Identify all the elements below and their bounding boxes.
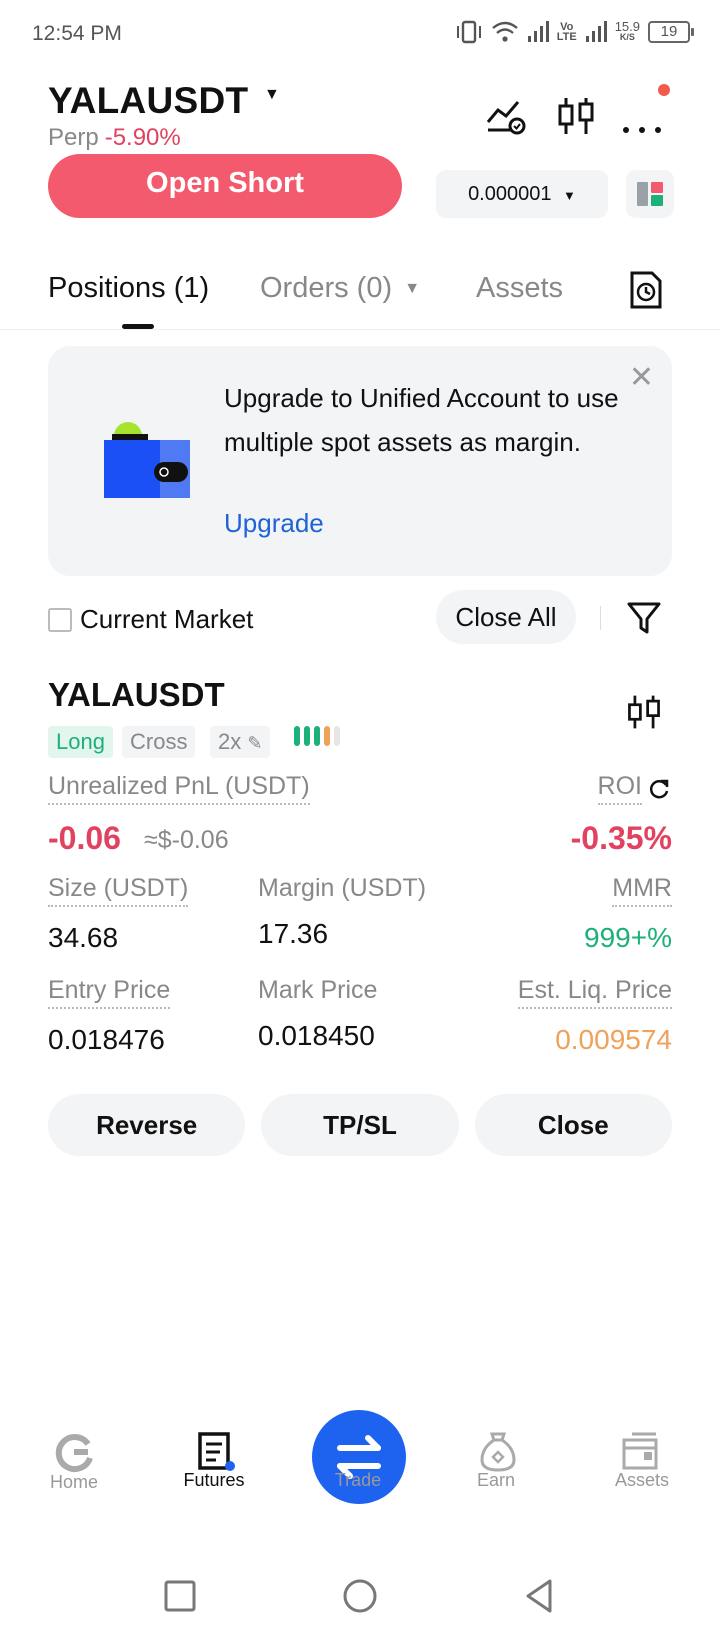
entry-price-label[interactable]: Entry Price xyxy=(48,976,171,1009)
adl-indicator xyxy=(294,726,340,746)
earn-icon xyxy=(480,1432,516,1472)
position-symbol[interactable]: YALAUSDT xyxy=(48,676,225,714)
contract-type: Perp xyxy=(48,124,99,151)
size-value: 34.68 xyxy=(48,922,119,953)
price-precision-select[interactable]: 0.000001 ▼ xyxy=(436,170,608,218)
side-badge: Long xyxy=(48,726,113,758)
leverage-badge[interactable]: 2x ✎ xyxy=(210,726,271,758)
nav-label: Assets xyxy=(614,1470,670,1490)
contract-info: Perp -5.90% xyxy=(48,124,181,152)
system-nav-bar xyxy=(0,1560,720,1640)
current-market-checkbox[interactable] xyxy=(48,608,72,632)
candlestick-chart-icon[interactable] xyxy=(624,692,664,732)
wifi-icon xyxy=(491,21,518,42)
mmr-label[interactable]: MMR xyxy=(612,874,672,907)
margin-mode-badge: Cross xyxy=(122,726,196,758)
signal-icon xyxy=(585,21,607,42)
network-label: Vo LTE xyxy=(556,21,577,43)
wallet-illustration-icon xyxy=(104,422,190,498)
symbol-selector[interactable]: YALAUSDT xyxy=(48,80,248,122)
nav-label: Earn xyxy=(476,1470,516,1490)
price-change: -5.90% xyxy=(104,124,181,151)
caret-down-icon[interactable]: ▼ xyxy=(264,86,280,104)
upgrade-link[interactable]: Upgrade xyxy=(224,508,324,539)
roi-label[interactable]: ROI xyxy=(597,772,642,805)
home-button-icon[interactable] xyxy=(340,1576,380,1616)
edit-icon: ✎ xyxy=(247,733,263,753)
status-bar: 12:54 PM Vo LTE 15.9 K/S 19 xyxy=(0,0,720,72)
positions-filter-row: Current Market Close All xyxy=(0,590,720,646)
header: YALAUSDT ▼ Perp -5.90% xyxy=(0,72,720,160)
active-tab-indicator xyxy=(122,324,154,329)
mark-price-label: Mark Price xyxy=(258,976,378,1004)
mark-price-value: 0.018450 xyxy=(258,1020,375,1051)
back-icon[interactable] xyxy=(520,1576,560,1616)
vibrate-icon xyxy=(456,20,481,44)
close-icon[interactable]: ✕ xyxy=(629,360,654,395)
unrealized-pnl-usd: ≈$-0.06 xyxy=(144,826,229,854)
futures-icon xyxy=(198,1432,235,1471)
liq-price-label[interactable]: Est. Liq. Price xyxy=(517,976,672,1009)
reverse-button[interactable]: Reverse xyxy=(48,1094,246,1156)
position-actions: Reverse TP/SL Close xyxy=(48,1094,672,1156)
share-icon[interactable] xyxy=(646,776,672,802)
roi-value: -0.35% xyxy=(570,820,672,856)
more-icon[interactable] xyxy=(620,94,664,138)
filter-icon[interactable] xyxy=(624,598,664,638)
caret-down-icon: ▼ xyxy=(404,280,421,298)
tpsl-button[interactable]: TP/SL xyxy=(261,1094,459,1156)
assets-icon xyxy=(622,1432,658,1470)
banner-text: Upgrade to Unified Account to use multip… xyxy=(224,383,619,457)
close-all-button[interactable]: Close All xyxy=(436,590,576,644)
layout-icon xyxy=(637,182,663,206)
liq-price-value: 0.009574 xyxy=(555,1024,672,1055)
upgrade-banner: Upgrade to Unified Account to use multip… xyxy=(48,346,672,576)
size-label[interactable]: Size (USDT) xyxy=(48,874,189,907)
unrealized-pnl-value: -0.06 xyxy=(48,820,121,856)
signal-icon xyxy=(527,21,549,42)
layout-toggle-button[interactable] xyxy=(626,170,674,218)
battery-indicator: 19 xyxy=(648,21,694,43)
notification-dot xyxy=(658,84,670,96)
open-short-button[interactable]: Open Short xyxy=(48,154,402,218)
entry-price-value: 0.018476 xyxy=(48,1024,165,1055)
nav-label: Futures xyxy=(183,1470,245,1490)
home-icon xyxy=(55,1434,93,1473)
candlestick-chart-icon[interactable] xyxy=(554,94,598,138)
status-icons: Vo LTE 15.9 K/S 19 xyxy=(455,19,694,44)
mmr-value: 999+% xyxy=(584,922,672,953)
close-position-button[interactable]: Close xyxy=(474,1094,672,1156)
margin-label: Margin (USDT) xyxy=(258,874,427,902)
history-icon[interactable] xyxy=(628,270,664,310)
nav-label: Trade xyxy=(334,1470,382,1490)
margin-value: 17.36 xyxy=(258,918,329,949)
tab-orders[interactable]: Orders (0) ▼ xyxy=(260,272,420,305)
nav-label: Home xyxy=(49,1472,98,1492)
network-speed: 15.9 K/S xyxy=(614,19,640,42)
price-alert-icon[interactable] xyxy=(484,94,528,138)
tab-positions[interactable]: Positions (1) xyxy=(48,272,209,305)
divider xyxy=(600,606,601,630)
status-time: 12:54 PM xyxy=(32,22,122,45)
positions-tabs: Positions (1) Orders (0) ▼ Assets xyxy=(0,262,720,330)
bottom-nav: Home Futures Trade Earn Assets xyxy=(0,1410,720,1530)
caret-down-icon: ▼ xyxy=(563,188,576,203)
recent-apps-icon[interactable] xyxy=(162,1578,198,1614)
unrealized-pnl-label[interactable]: Unrealized PnL (USDT) xyxy=(48,772,310,805)
current-market-label[interactable]: Current Market xyxy=(80,604,253,635)
tab-assets[interactable]: Assets xyxy=(476,272,563,305)
